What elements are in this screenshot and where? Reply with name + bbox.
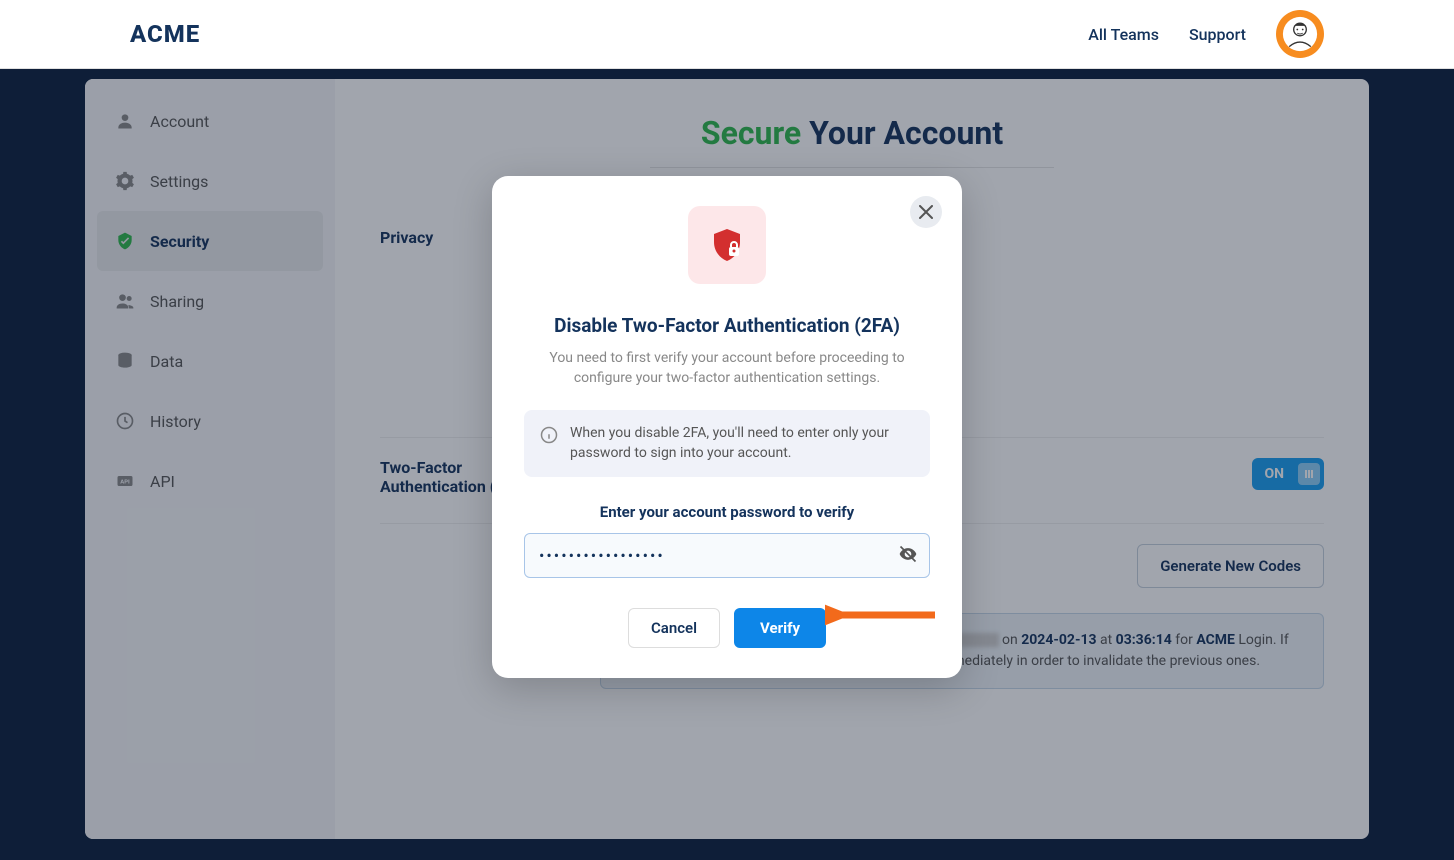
- close-button[interactable]: [910, 196, 942, 228]
- verify-button[interactable]: Verify: [734, 608, 826, 648]
- password-field-wrap: [524, 533, 930, 578]
- disable-2fa-modal: Disable Two-Factor Authentication (2FA) …: [492, 176, 962, 678]
- password-field-label: Enter your account password to verify: [524, 503, 930, 521]
- modal-info-box: When you disable 2FA, you'll need to ent…: [524, 410, 930, 477]
- info-circle-icon: [540, 426, 558, 444]
- modal-title: Disable Two-Factor Authentication (2FA): [524, 314, 930, 337]
- modal-subtitle: You need to first verify your account be…: [524, 349, 930, 388]
- password-input[interactable]: [524, 533, 930, 578]
- shield-lock-icon: [709, 227, 745, 263]
- toggle-password-visibility[interactable]: [898, 544, 918, 568]
- modal-buttons: Cancel Verify: [524, 608, 930, 648]
- nav-support[interactable]: Support: [1189, 25, 1246, 44]
- avatar-icon: [1282, 16, 1318, 52]
- top-nav: All Teams Support: [1088, 10, 1324, 58]
- logo: ACME: [130, 20, 200, 48]
- close-icon: [919, 205, 933, 219]
- nav-all-teams[interactable]: All Teams: [1088, 25, 1159, 44]
- modal-info-text: When you disable 2FA, you'll need to ent…: [570, 424, 914, 463]
- eye-off-icon: [898, 544, 918, 564]
- modal-icon-box: [688, 206, 766, 284]
- top-bar: ACME All Teams Support: [0, 0, 1454, 69]
- avatar[interactable]: [1276, 10, 1324, 58]
- cancel-button[interactable]: Cancel: [628, 608, 720, 648]
